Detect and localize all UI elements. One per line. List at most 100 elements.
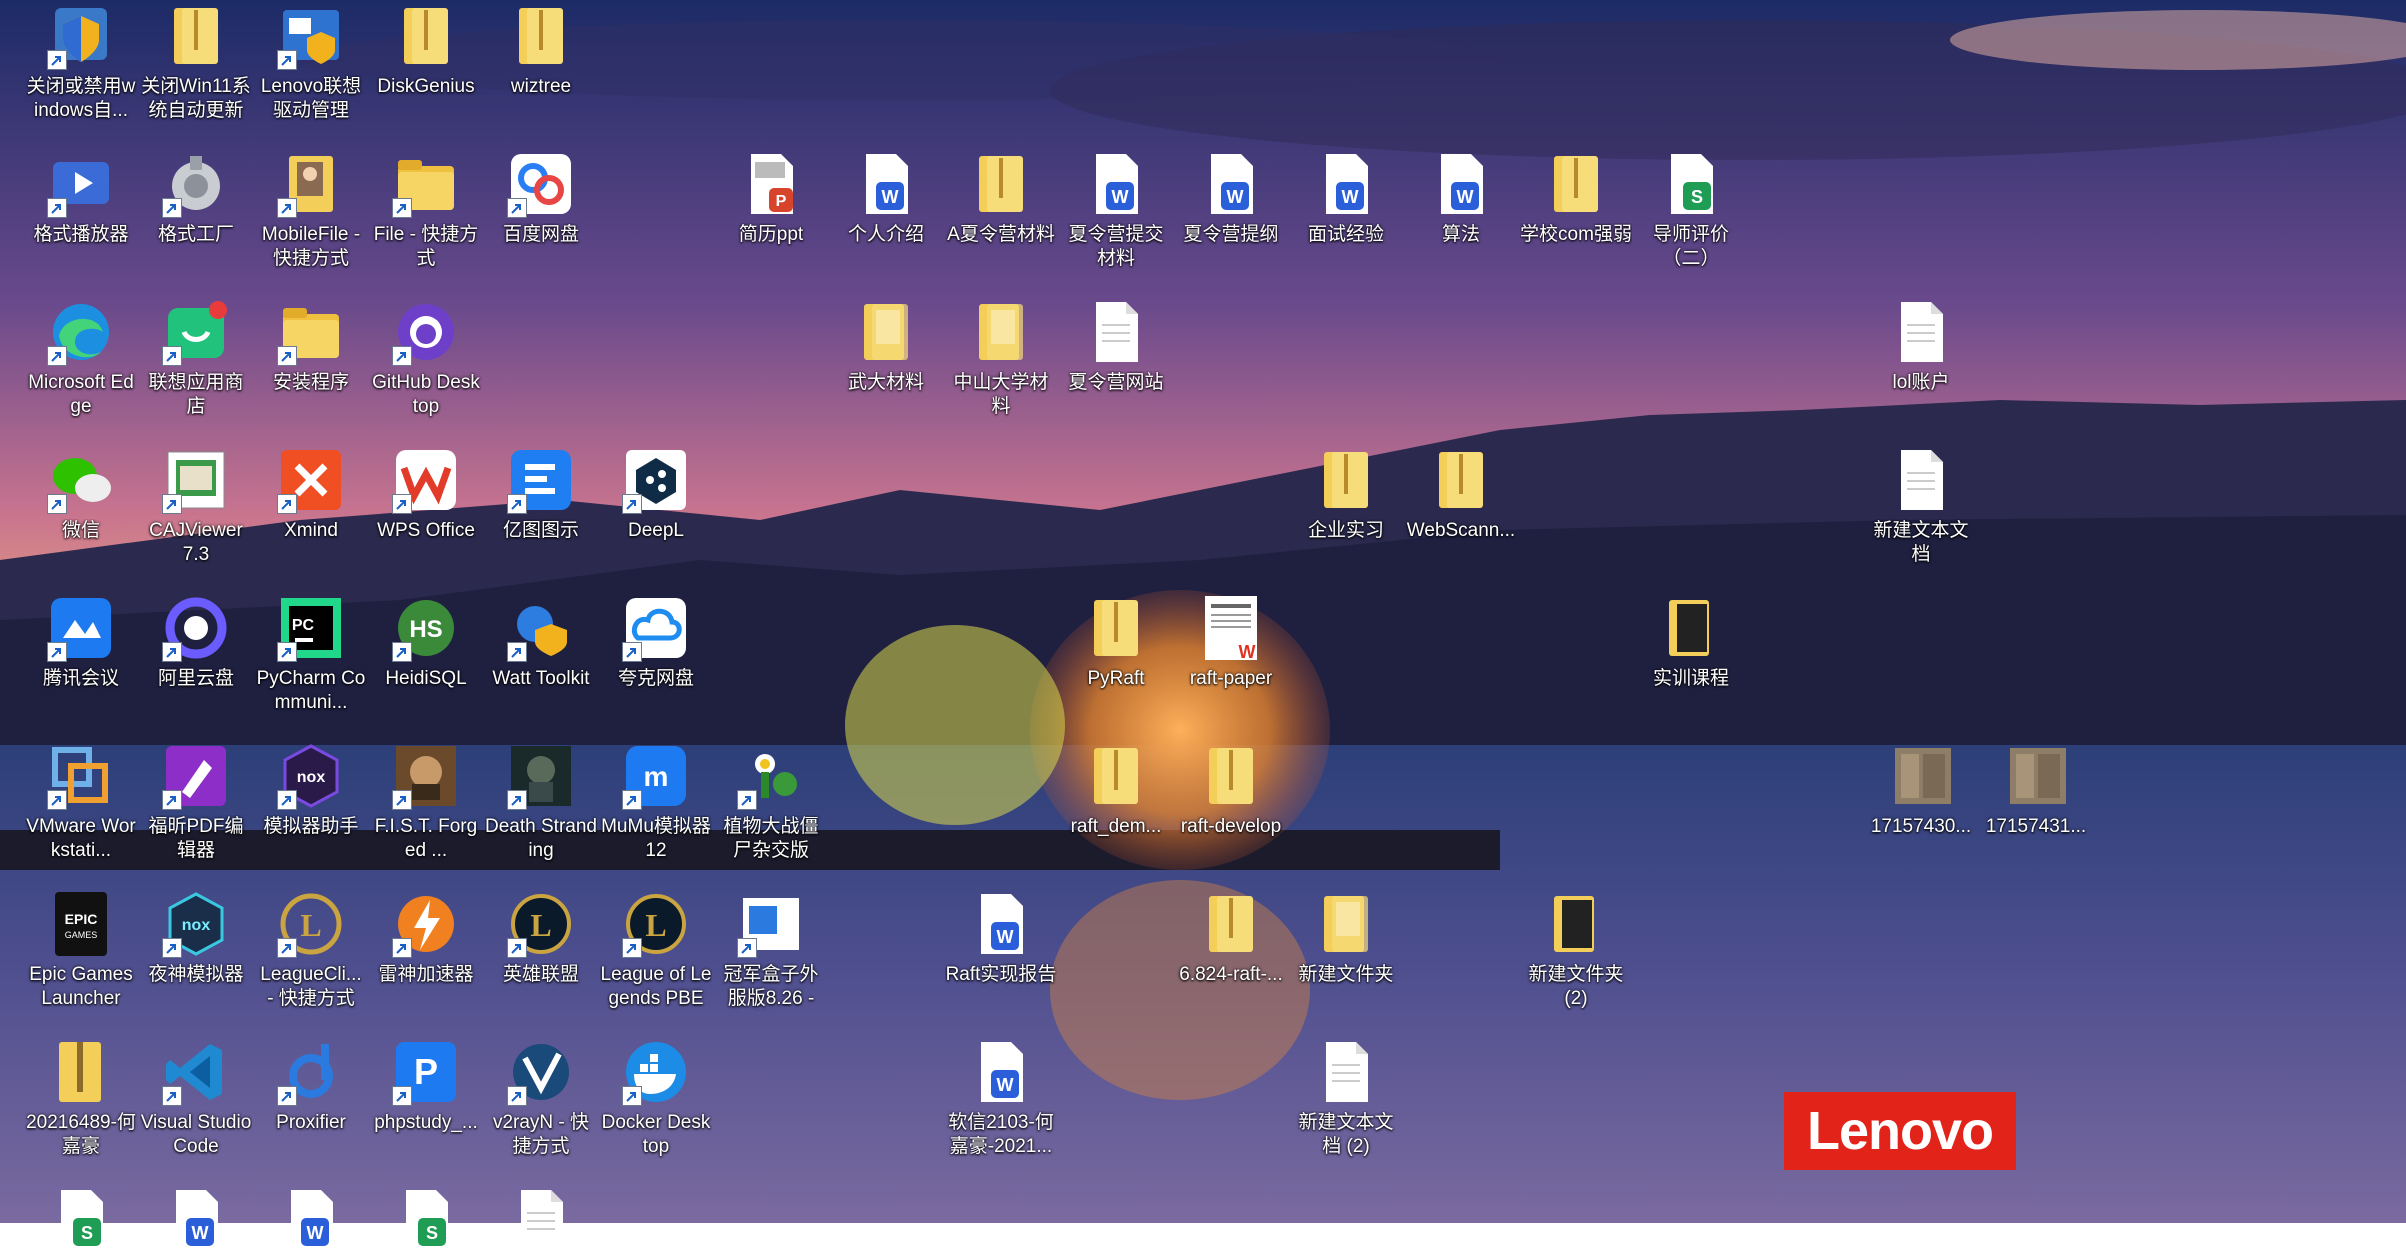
desktop-icon[interactable]: W bbox=[140, 1184, 252, 1259]
desktop-icon[interactable]: 夏令营网站 bbox=[1060, 296, 1172, 395]
folder-doc-icon bbox=[1310, 888, 1382, 960]
desktop-icon[interactable]: PyRaft bbox=[1060, 592, 1172, 691]
desktop-icon[interactable]: F.I.S.T. Forged ... bbox=[370, 740, 482, 863]
desktop-icon-label: phpstudy_... bbox=[374, 1112, 478, 1133]
svg-text:P: P bbox=[414, 1051, 438, 1092]
desktop-icon[interactable]: 雷神加速器 bbox=[370, 888, 482, 987]
desktop-icon[interactable]: DeepL bbox=[600, 444, 712, 543]
desktop-icon[interactable]: 福昕PDF编辑器 bbox=[140, 740, 252, 863]
desktop-icon[interactable]: 格式工厂 bbox=[140, 148, 252, 247]
desktop-icon[interactable]: Death Stranding bbox=[485, 740, 597, 863]
desktop-icon[interactable]: MobileFile - 快捷方式 bbox=[255, 148, 367, 271]
desktop-icon[interactable]: Proxifier bbox=[255, 1036, 367, 1135]
desktop-icon[interactable]: S 导师评价（二） bbox=[1635, 148, 1747, 271]
desktop-icon[interactable]: 新建文本文档 (2) bbox=[1290, 1036, 1402, 1159]
desktop-icon[interactable]: W 夏令营提交材料 bbox=[1060, 148, 1172, 271]
desktop-icon[interactable]: m MuMu模拟器12 bbox=[600, 740, 712, 863]
desktop-icon[interactable]: GitHub Desktop bbox=[370, 296, 482, 419]
desktop-icon[interactable]: W Raft实现报告 bbox=[945, 888, 1057, 987]
desktop-icon[interactable]: 新建文件夹 (2) bbox=[1520, 888, 1632, 1011]
desktop-icon[interactable]: DiskGenius bbox=[370, 0, 482, 99]
desktop-icon-label: 格式播放器 bbox=[33, 224, 129, 245]
desktop-icon[interactable]: 17157430... bbox=[1865, 740, 1977, 839]
desktop-icon[interactable]: Microsoft Edge bbox=[25, 296, 137, 419]
desktop-icon[interactable]: raft-develop bbox=[1175, 740, 1287, 839]
desktop-icon-label: Visual Studio Code bbox=[140, 1112, 252, 1157]
desktop-icon[interactable]: 6.824-raft-... bbox=[1175, 888, 1287, 987]
desktop-icon[interactable]: W 夏令营提纲 bbox=[1175, 148, 1287, 247]
desktop-icon[interactable]: L LeagueCli... - 快捷方式 bbox=[255, 888, 367, 1011]
desktop-icon[interactable]: 亿图图示 bbox=[485, 444, 597, 543]
desktop-icon[interactable]: 新建文本文档 bbox=[1865, 444, 1977, 567]
desktop-icon[interactable]: CAJViewer 7.3 bbox=[140, 444, 252, 567]
desktop-icon[interactable]: 联想应用商店 bbox=[140, 296, 252, 419]
text-file-icon bbox=[1885, 296, 1957, 368]
desktop-icon[interactable]: 关闭Win11系统自动更新 bbox=[140, 0, 252, 123]
shortcut-arrow-icon bbox=[392, 642, 412, 662]
desktop-icon-label: 17157431... bbox=[1985, 816, 2087, 837]
desktop-icon[interactable]: Pphpstudy_... bbox=[370, 1036, 482, 1135]
desktop-icon[interactable]: S bbox=[25, 1184, 137, 1259]
desktop-icon[interactable]: Visual Studio Code bbox=[140, 1036, 252, 1159]
desktop-icon[interactable]: 新建文件夹 bbox=[1290, 888, 1402, 987]
desktop-icon-label: 夸克网盘 bbox=[617, 668, 694, 689]
desktop-icon[interactable]: 中山大学材料 bbox=[945, 296, 1057, 419]
desktop-icon[interactable]: W 算法 bbox=[1405, 148, 1517, 247]
desktop-icon-label: raft_dem... bbox=[1070, 816, 1162, 837]
desktop-icon[interactable]: P 简历ppt bbox=[715, 148, 827, 247]
desktop-icon[interactable]: 夸克网盘 bbox=[600, 592, 712, 691]
desktop-icon[interactable] bbox=[485, 1184, 597, 1259]
desktop-icon[interactable]: raft_dem... bbox=[1060, 740, 1172, 839]
desktop-icon[interactable]: lol账户 bbox=[1865, 296, 1977, 395]
baidu-netdisk-icon bbox=[505, 148, 577, 220]
desktop-icon[interactable]: Docker Desktop bbox=[600, 1036, 712, 1159]
desktop-icon[interactable]: 腾讯会议 bbox=[25, 592, 137, 691]
desktop-icon[interactable]: L League of Legends PBE bbox=[600, 888, 712, 1011]
svg-text:W: W bbox=[1112, 187, 1129, 207]
desktop-icon[interactable]: 植物大战僵尸杂交版 bbox=[715, 740, 827, 863]
folder-zip-icon bbox=[1080, 592, 1152, 664]
desktop-icon[interactable]: wiztree bbox=[485, 0, 597, 99]
desktop-icon[interactable]: W 软信2103-何嘉豪-2021... bbox=[945, 1036, 1057, 1159]
desktop-icon[interactable]: Xmind bbox=[255, 444, 367, 543]
desktop-icon-label: MuMu模拟器12 bbox=[601, 816, 711, 861]
desktop-icon[interactable]: 安装程序 bbox=[255, 296, 367, 395]
folder-zip-icon bbox=[160, 0, 232, 72]
desktop-icon[interactable]: 冠军盒子外服版8.26 - 快... bbox=[715, 888, 827, 1011]
desktop-icon[interactable]: W bbox=[255, 1184, 367, 1259]
desktop-icon[interactable]: 学校com强弱 bbox=[1520, 148, 1632, 247]
desktop-icon-label: DiskGenius bbox=[377, 76, 475, 97]
desktop-icon[interactable]: 企业实习 bbox=[1290, 444, 1402, 543]
desktop-icon[interactable]: 实训课程 bbox=[1635, 592, 1747, 691]
desktop-icon[interactable]: Lenovo联想驱动管理 bbox=[255, 0, 367, 123]
desktop-icon[interactable]: WPS Office bbox=[370, 444, 482, 543]
desktop-icon[interactable]: Watt Toolkit bbox=[485, 592, 597, 691]
desktop-icon[interactable]: A夏令营材料 bbox=[945, 148, 1057, 247]
desktop-icon[interactable]: nox 模拟器助手 bbox=[255, 740, 367, 839]
desktop-icon[interactable]: HS HeidiSQL bbox=[370, 592, 482, 691]
desktop-icon[interactable]: PC PyCharm Communi... bbox=[255, 592, 367, 715]
desktop-icon[interactable]: 微信 bbox=[25, 444, 137, 543]
desktop-icon[interactable]: 阿里云盘 bbox=[140, 592, 252, 691]
desktop-icon[interactable]: EPIC GAMES Epic Games Launcher bbox=[25, 888, 137, 1011]
desktop-icon[interactable]: L 英雄联盟 bbox=[485, 888, 597, 987]
desktop-icon[interactable]: 关闭或禁用windows自... bbox=[25, 0, 137, 123]
desktop-icon[interactable]: W 个人介绍 bbox=[830, 148, 942, 247]
desktop-icon[interactable]: File - 快捷方式 bbox=[370, 148, 482, 271]
desktop-icon[interactable]: WebScann... bbox=[1405, 444, 1517, 543]
desktop-icon[interactable]: VMware Workstati... bbox=[25, 740, 137, 863]
desktop-icon[interactable]: nox 夜神模拟器 bbox=[140, 888, 252, 987]
desktop-icon-label: League of Legends PBE bbox=[600, 964, 712, 1009]
desktop-icon[interactable]: 百度网盘 bbox=[485, 148, 597, 247]
desktop-icon[interactable]: Wraft-paper bbox=[1175, 592, 1287, 691]
desktop-icon-label: 格式工厂 bbox=[157, 224, 234, 245]
desktop-icon[interactable]: 格式播放器 bbox=[25, 148, 137, 247]
desktop-icon[interactable]: W 面试经验 bbox=[1290, 148, 1402, 247]
desktop-icon[interactable]: v2rayN - 快捷方式 bbox=[485, 1036, 597, 1159]
desktop-icon[interactable]: 武大材料 bbox=[830, 296, 942, 395]
desktop-icon[interactable]: 17157431... bbox=[1980, 740, 2092, 839]
shortcut-arrow-icon bbox=[162, 346, 182, 366]
desktop-icon[interactable]: 20216489-何嘉豪 bbox=[25, 1036, 137, 1159]
desktop-icon[interactable]: S bbox=[370, 1184, 482, 1259]
shortcut-arrow-icon bbox=[47, 346, 67, 366]
